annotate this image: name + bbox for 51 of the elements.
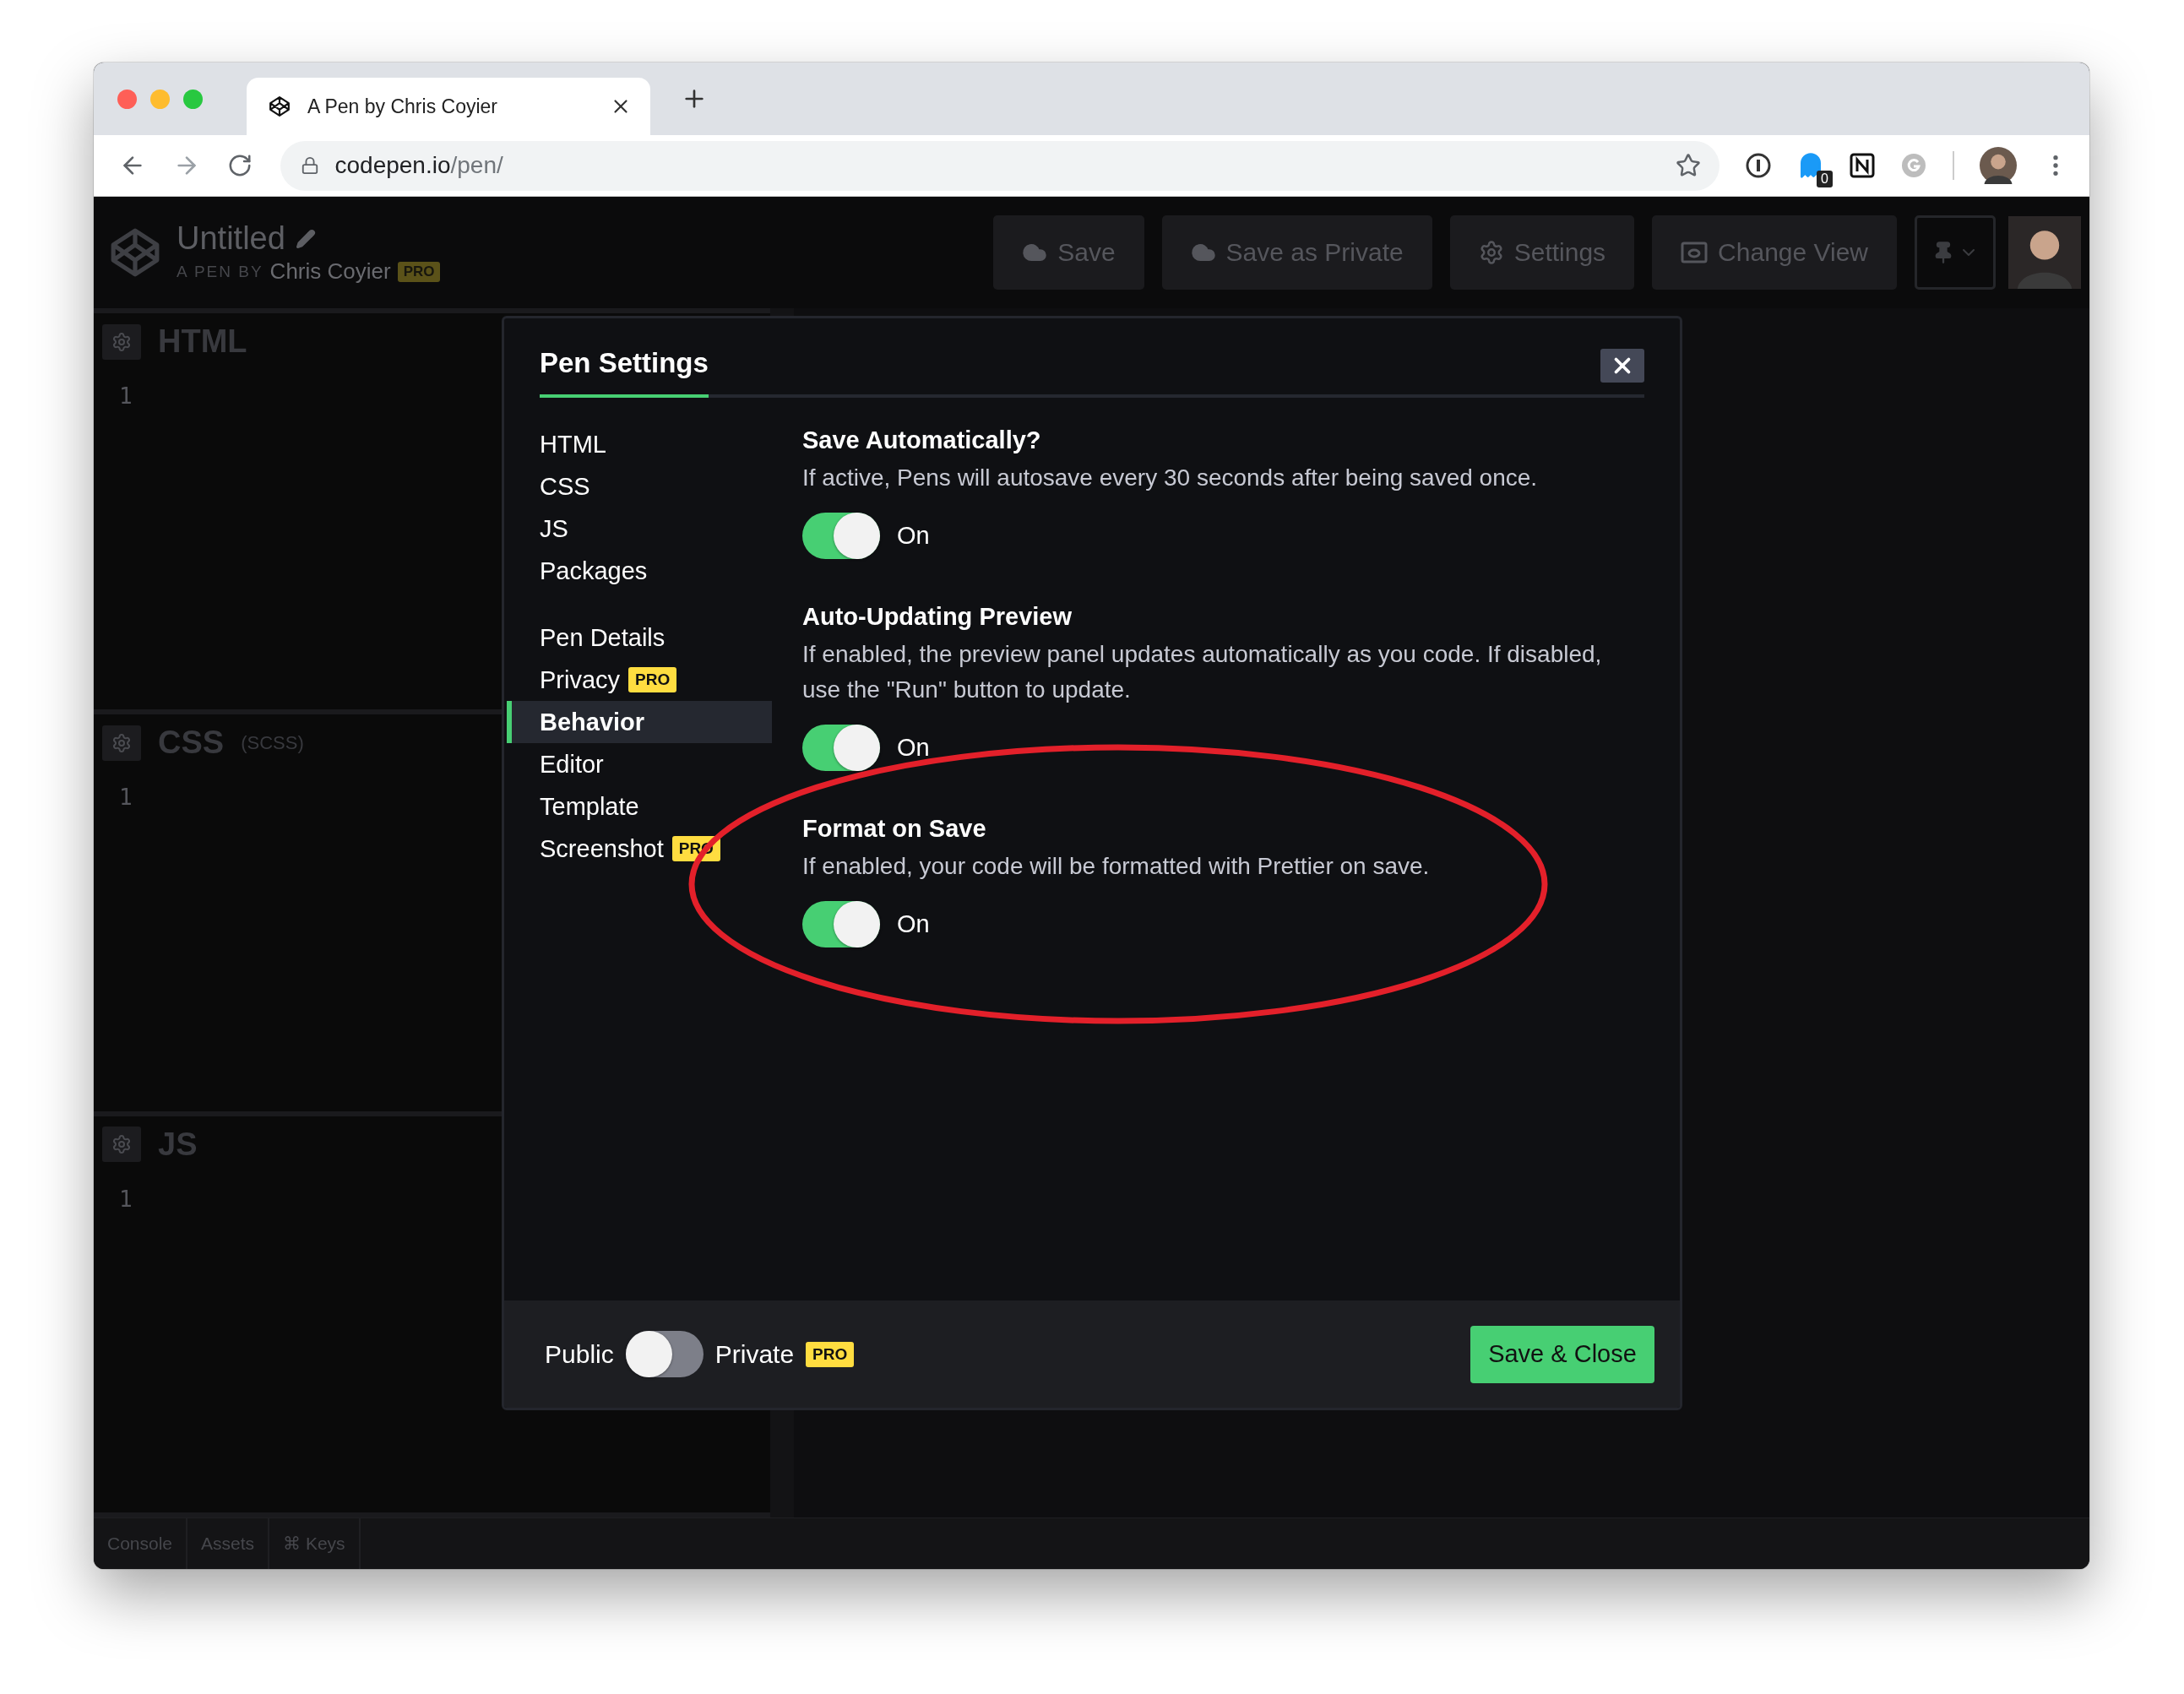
settings-icon bbox=[111, 732, 132, 753]
author-link[interactable]: Chris Coyier bbox=[269, 258, 391, 285]
save-close-button[interactable]: Save & Close bbox=[1470, 1325, 1654, 1383]
pencil-icon[interactable] bbox=[295, 228, 316, 249]
close-button[interactable] bbox=[1600, 349, 1644, 383]
settings-icon bbox=[1478, 240, 1504, 265]
pro-badge: PRO bbox=[628, 667, 677, 692]
setting-description: If enabled, your code will be formatted with Prettier on save. bbox=[802, 852, 1431, 881]
setting-title: Save Automatically? bbox=[802, 426, 1042, 455]
private-label: Private bbox=[714, 1339, 795, 1369]
lock-icon bbox=[301, 156, 320, 175]
profile-avatar[interactable] bbox=[1980, 147, 2017, 184]
info-circle-icon[interactable] bbox=[1745, 152, 1772, 179]
address-bar[interactable]: codepen.io/pen/ bbox=[280, 140, 1719, 191]
settings-nav-item[interactable]: Template bbox=[507, 785, 772, 828]
settings-nav-item[interactable]: Behavior bbox=[507, 701, 772, 743]
settings-nav-item[interactable]: HTML bbox=[507, 423, 772, 465]
settings-nav-item[interactable]: Editor bbox=[507, 743, 772, 785]
toggle-label: On bbox=[897, 910, 930, 938]
setting-description: If active, Pens will autosave every 30 seconds after being saved once. bbox=[802, 464, 1539, 492]
line-number: 1 bbox=[119, 1186, 133, 1212]
settings-nav-item[interactable]: Pen Details bbox=[507, 616, 772, 659]
star-icon[interactable] bbox=[1676, 153, 1701, 178]
browser-tab[interactable]: A Pen by Chris Coyier bbox=[247, 78, 650, 135]
setting-description: If enabled, the preview panel updates automatically as you code. If disabled, use the "Run" button to update. bbox=[802, 640, 1603, 704]
settings-nav-item[interactable]: Privacy PRO bbox=[507, 659, 772, 701]
byline-label: A PEN BY bbox=[177, 262, 263, 281]
dialog-title: Pen Settings bbox=[540, 347, 709, 398]
settings-icon bbox=[111, 1134, 132, 1155]
settings-icon bbox=[111, 331, 132, 352]
toggle-switch[interactable] bbox=[802, 513, 880, 559]
window-icon bbox=[1681, 242, 1709, 263]
public-label: Public bbox=[545, 1339, 614, 1369]
cube-logo-icon bbox=[269, 95, 291, 117]
line-number: 1 bbox=[119, 383, 133, 409]
toggle-label: On bbox=[897, 734, 930, 762]
pro-badge: PRO bbox=[806, 1341, 855, 1367]
notebook-icon[interactable] bbox=[1850, 153, 1875, 178]
toggle-switch[interactable] bbox=[802, 901, 880, 947]
toggle-switch[interactable] bbox=[802, 725, 880, 771]
toggle-label: On bbox=[897, 522, 930, 550]
pro-badge: PRO bbox=[397, 261, 441, 282]
settings-nav-item[interactable]: Packages bbox=[507, 550, 772, 592]
cube-logo-icon bbox=[109, 226, 161, 279]
privacy-toggle[interactable] bbox=[625, 1331, 704, 1377]
settings-nav-item[interactable]: JS bbox=[507, 508, 772, 550]
extension-badge: 0 bbox=[1817, 171, 1833, 187]
line-number: 1 bbox=[119, 785, 133, 811]
settings-nav-item[interactable]: CSS bbox=[507, 465, 772, 508]
setting-title: Format on Save bbox=[802, 814, 987, 844]
setting-title: Auto-Updating Preview bbox=[802, 602, 1073, 632]
